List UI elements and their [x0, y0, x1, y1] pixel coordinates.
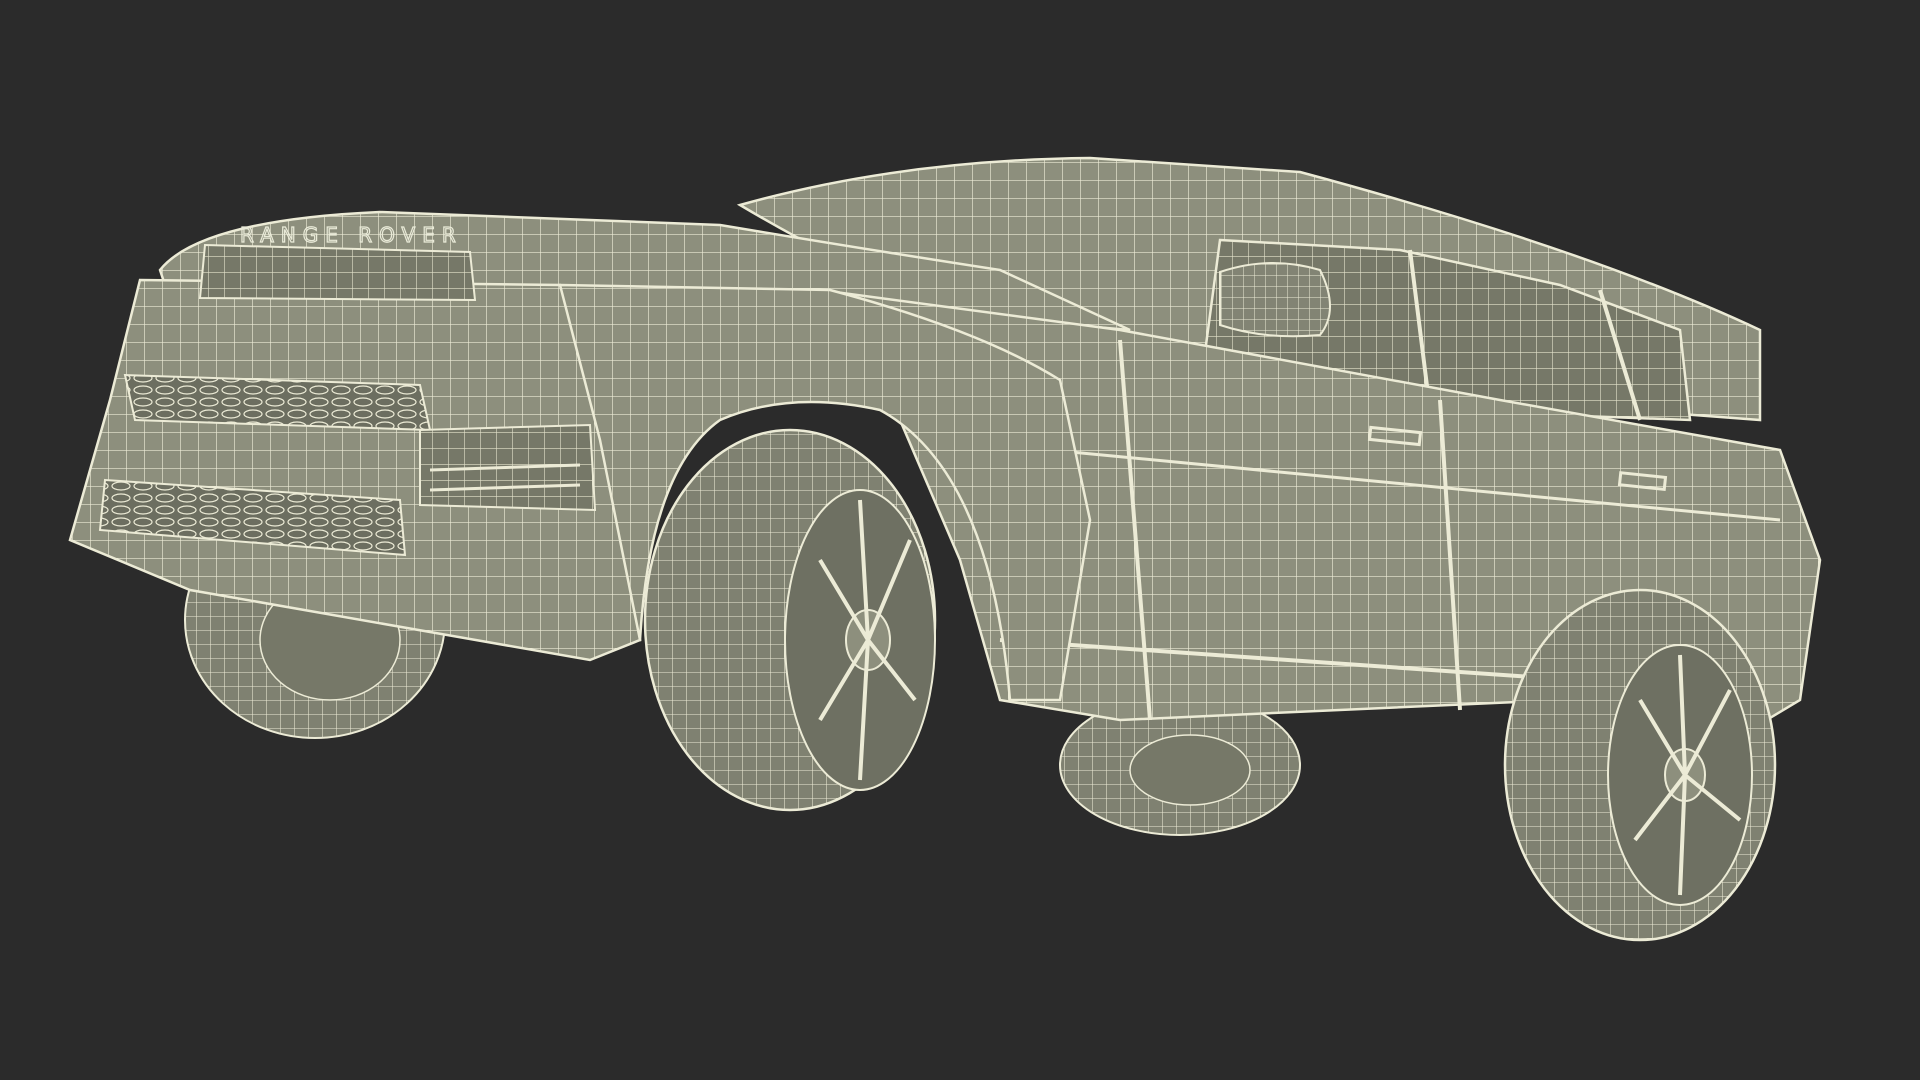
render-viewport: RANGE ROVER	[0, 0, 1920, 1080]
wheel-front-left	[643, 428, 937, 812]
side-mirror	[1219, 261, 1331, 338]
front-bumper: RANGE ROVER	[68, 222, 642, 662]
wheel-rear-left	[1503, 588, 1777, 942]
car-wireframe-render: RANGE ROVER	[68, 156, 1822, 942]
hood-badge-text: RANGE ROVER	[240, 223, 463, 247]
